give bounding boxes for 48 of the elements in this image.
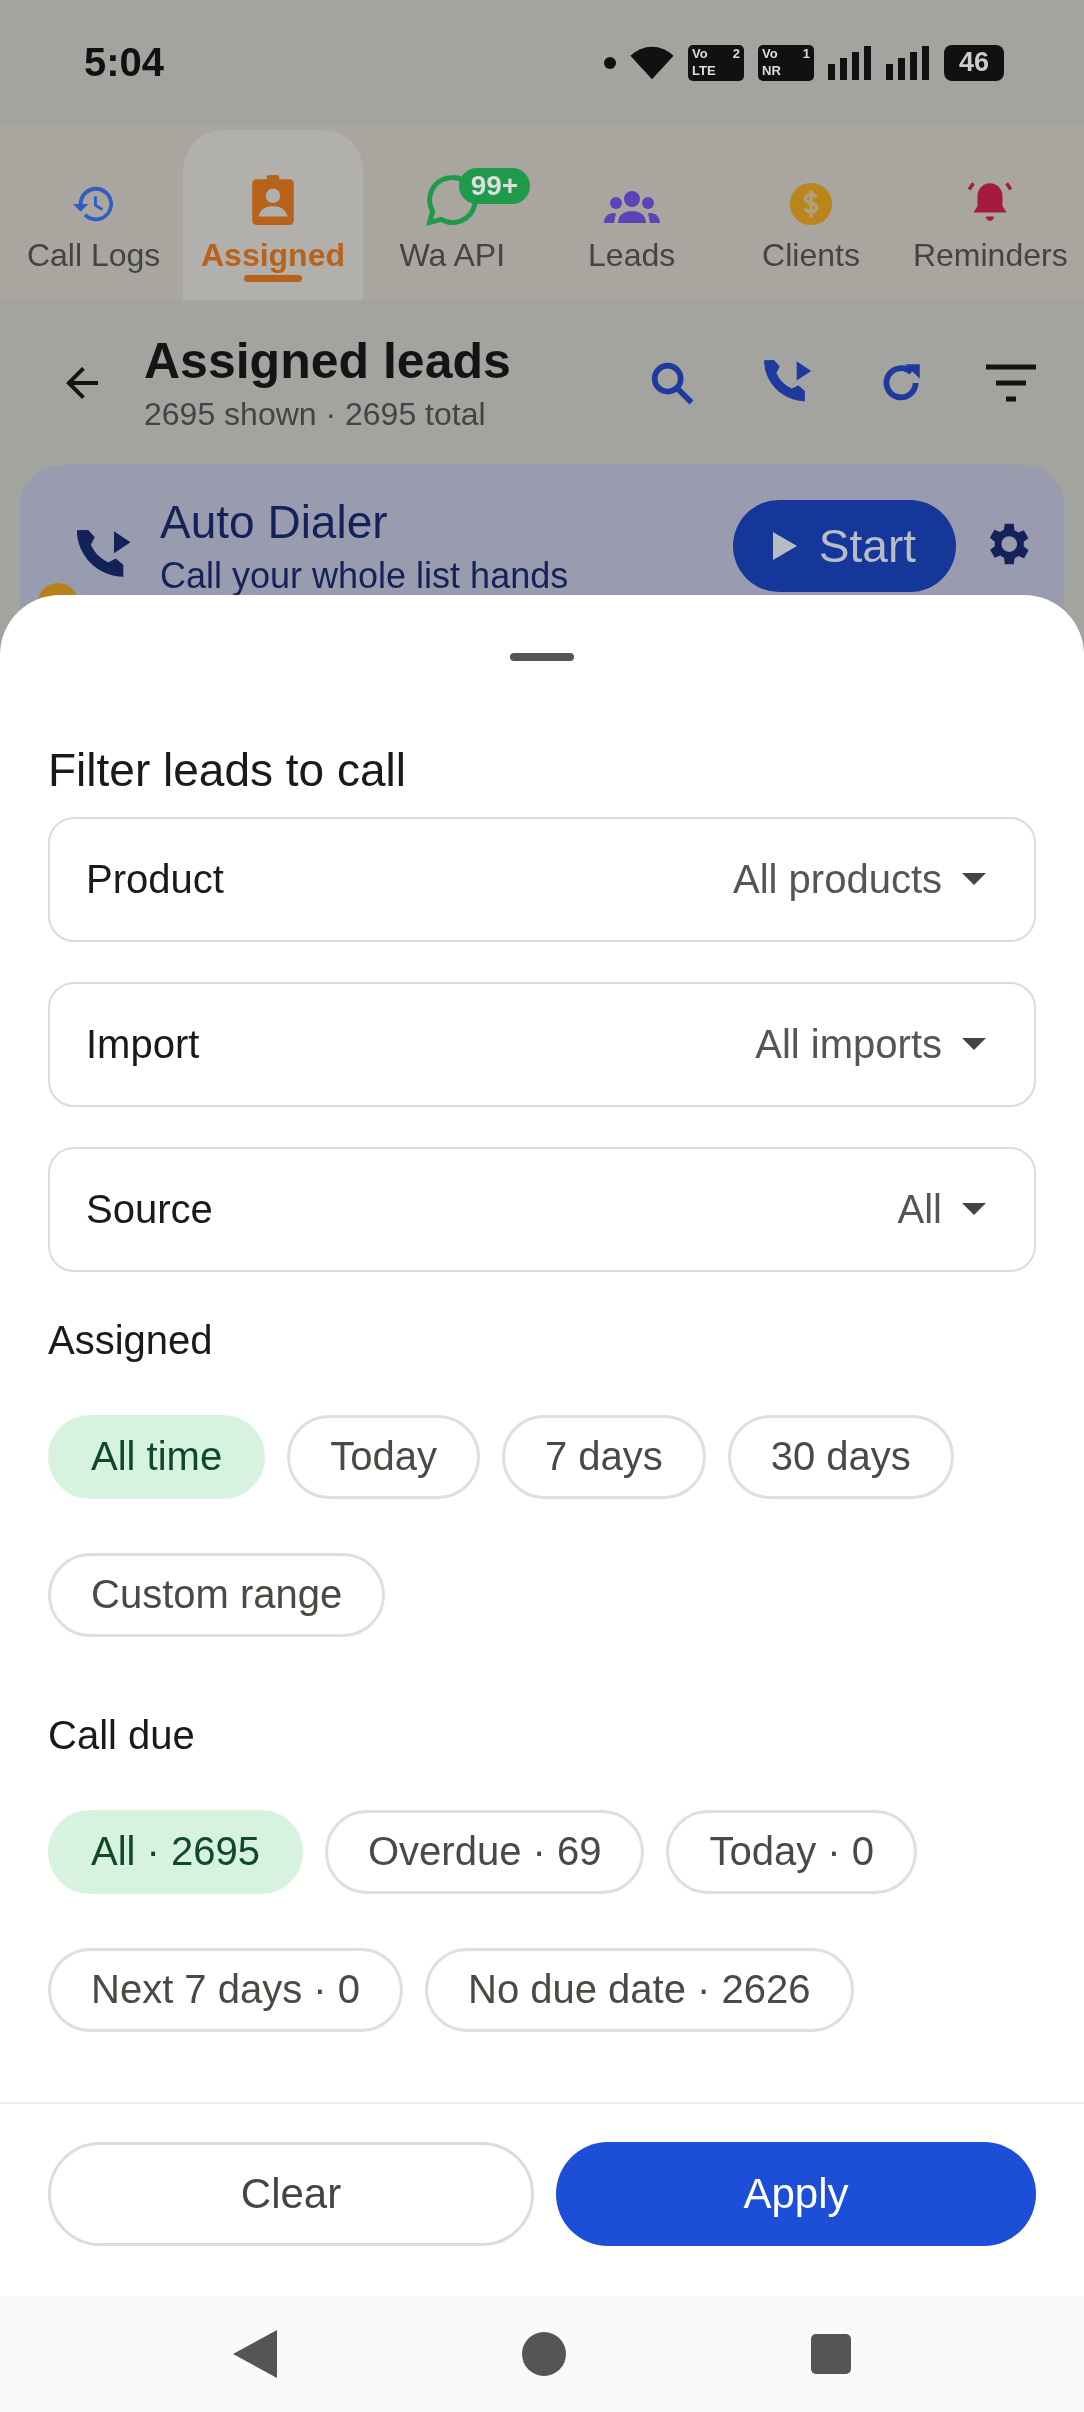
- dropdown-field[interactable]: Source All: [48, 1146, 1036, 1272]
- dropdown-field[interactable]: Product All products: [48, 816, 1036, 942]
- nav-tab[interactable]: Leads: [542, 130, 722, 300]
- nav-tab[interactable]: Reminders: [900, 130, 1080, 300]
- dropdown-field[interactable]: Import All imports: [48, 981, 1036, 1107]
- filter-icon: [986, 362, 1036, 403]
- dropdown-caret-icon: [962, 873, 986, 885]
- recents-nav-icon[interactable]: [811, 2333, 852, 2374]
- sheet-title: Filter leads to call: [48, 742, 407, 797]
- nav-tab[interactable]: Call Logs: [4, 130, 184, 300]
- filter-chip[interactable]: No due date · 2626: [425, 1947, 854, 2032]
- filter-chip[interactable]: 30 days: [727, 1414, 954, 1499]
- filter-chip[interactable]: Overdue · 69: [325, 1809, 645, 1894]
- filter-chip[interactable]: Next 7 days · 0: [48, 1947, 403, 2032]
- clear-button[interactable]: Clear: [48, 2141, 534, 2246]
- nav-tab[interactable]: 99+ Wa API: [362, 130, 542, 300]
- start-button[interactable]: Start: [732, 500, 956, 592]
- active-underline: [244, 275, 302, 282]
- nav-tab[interactable]: Clients: [721, 130, 901, 300]
- notification-dot-icon: [604, 56, 616, 69]
- card-description: Call your whole list hands: [160, 555, 570, 597]
- dollar-coin-icon: [787, 181, 834, 227]
- back-nav-icon[interactable]: [232, 2329, 277, 2378]
- section-heading: Call due: [48, 1712, 196, 1758]
- apply-button[interactable]: Apply: [556, 2141, 1036, 2246]
- dropdown-caret-icon: [962, 1203, 986, 1215]
- clock-time: 5:04: [84, 40, 166, 85]
- filter-chip[interactable]: 7 days: [501, 1414, 706, 1499]
- dropdown-caret-icon: [962, 1038, 986, 1050]
- filter-chip[interactable]: Today: [287, 1414, 480, 1499]
- filter-chip[interactable]: Custom range: [48, 1552, 386, 1637]
- sim-badge: Vo 2 LTE: [688, 44, 744, 81]
- home-nav-icon[interactable]: [522, 2331, 566, 2376]
- section-heading: Assigned: [48, 1317, 214, 1363]
- signal-icon: [828, 45, 872, 80]
- drag-handle[interactable]: [510, 653, 574, 661]
- signal-icon: [886, 45, 930, 80]
- card-title: Auto Dialer: [160, 495, 389, 549]
- wifi-icon: [630, 44, 674, 81]
- filter-chip[interactable]: All time: [48, 1414, 266, 1499]
- lead-count: 2695 shown · 2695 total: [144, 396, 487, 433]
- page-title: Assigned leads: [144, 332, 512, 390]
- filter-chip[interactable]: Today · 0: [666, 1809, 917, 1894]
- play-icon: [772, 532, 797, 560]
- battery-icon: 46: [944, 44, 1004, 81]
- count-badge: 99+: [458, 168, 531, 204]
- filter-chip[interactable]: All · 2695: [48, 1809, 303, 1894]
- sim-badge: Vo 1 NR: [758, 44, 814, 81]
